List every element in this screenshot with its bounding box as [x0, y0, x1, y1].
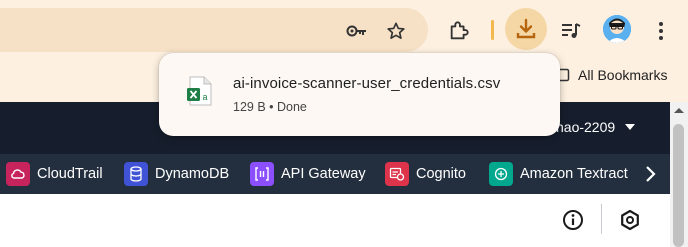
media-control-icon[interactable]: [553, 13, 589, 49]
info-icon[interactable]: [560, 207, 586, 233]
caret-down-icon: [625, 123, 636, 130]
favorites-scroll-right-button[interactable]: [640, 160, 662, 188]
account-menu[interactable]: hao-2209: [556, 119, 636, 135]
dynamodb-icon: [124, 162, 148, 186]
favorite-api-gateway[interactable]: API Gateway: [250, 160, 366, 188]
favorite-label: Amazon Textract: [520, 166, 628, 182]
favorite-label: DynamoDB: [155, 166, 230, 182]
favorite-cognito[interactable]: Cognito: [385, 160, 466, 188]
favorite-label: Cognito: [416, 166, 466, 182]
kebab-menu-icon[interactable]: [643, 13, 679, 49]
key-icon[interactable]: [339, 13, 375, 49]
textract-icon: [489, 162, 513, 186]
favorite-label: CloudTrail: [37, 166, 103, 182]
api-gateway-icon: [250, 162, 274, 186]
profile-avatar[interactable]: [603, 15, 631, 43]
favorite-label: API Gateway: [281, 166, 366, 182]
settings-icon[interactable]: [617, 207, 643, 233]
star-icon[interactable]: [378, 13, 414, 49]
csv-file-icon: a: [187, 76, 213, 106]
favorite-cloudtrail[interactable]: CloudTrail: [6, 160, 103, 188]
favorite-dynamodb[interactable]: DynamoDB: [124, 160, 229, 188]
scrollbar-thumb[interactable]: [673, 124, 684, 247]
download-status: 129 B • Done: [233, 100, 307, 114]
chevron-right-icon: [646, 166, 656, 182]
download-bubble: [159, 53, 560, 136]
downloads-button[interactable]: [505, 8, 547, 50]
svg-text:a: a: [203, 92, 208, 102]
download-icon: [516, 18, 536, 39]
account-name: hao-2209: [556, 119, 616, 135]
header-divider: [601, 204, 602, 234]
cloudtrail-icon: [6, 162, 30, 186]
all-bookmarks-button[interactable]: All Bookmarks: [556, 67, 667, 83]
scroll-up-icon[interactable]: [673, 104, 685, 116]
cognito-icon: [385, 162, 409, 186]
download-filename[interactable]: ai-invoice-scanner-user_credentials.csv: [233, 75, 500, 92]
favorite-textract[interactable]: Amazon Textract: [489, 160, 628, 188]
all-bookmarks-label: All Bookmarks: [578, 67, 668, 83]
extensions-icon[interactable]: [441, 13, 477, 49]
toolbar-divider: [491, 20, 494, 40]
